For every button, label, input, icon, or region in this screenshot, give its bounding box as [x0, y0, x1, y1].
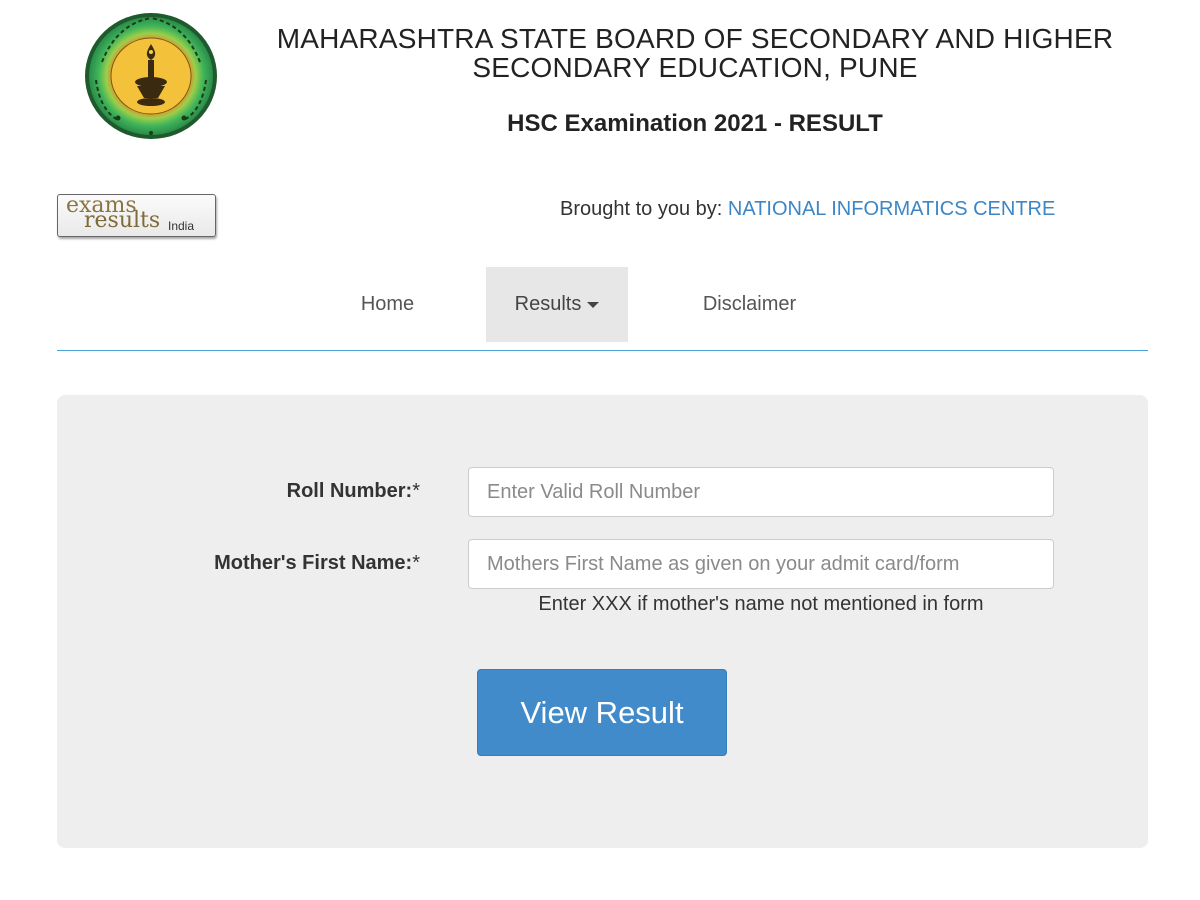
result-page: MAHARASHTRA STATE BOARD OF SECONDARY AND…	[0, 0, 1200, 900]
mother-name-label: Mother's First Name:*	[214, 552, 420, 575]
roll-number-label-text: Roll Number:	[286, 480, 413, 502]
result-form-panel: Roll Number:* Mother's First Name:* Ente…	[57, 395, 1148, 848]
nav-disclaimer[interactable]: Disclaimer	[682, 267, 817, 342]
mother-name-label-text: Mother's First Name:	[214, 552, 413, 574]
logo-word-india: India	[168, 219, 195, 233]
mother-name-input[interactable]	[468, 539, 1054, 589]
nav-disclaimer-label: Disclaimer	[702, 293, 797, 315]
nav-results-label: Results	[514, 293, 582, 315]
board-seal-icon	[85, 13, 217, 139]
board-title-line1: MAHARASHTRA STATE BOARD OF SECONDARY AND…	[276, 23, 1114, 54]
caret-down-icon	[587, 301, 600, 308]
credit-line: Brought to you by: NATIONAL INFORMATICS …	[560, 198, 1055, 221]
main-nav: Home Results Disclaimer	[57, 267, 1148, 351]
credit-prefix: Brought to you by:	[560, 198, 728, 220]
logo-word-results: results	[84, 208, 161, 233]
nav-home[interactable]: Home	[345, 267, 430, 342]
board-title-line2: SECONDARY EDUCATION, PUNE	[472, 52, 918, 83]
roll-number-input[interactable]	[468, 467, 1054, 517]
nav-home-label: Home	[360, 293, 415, 315]
board-title: MAHARASHTRA STATE BOARD OF SECONDARY AND…	[255, 24, 1135, 82]
nav-results-dropdown[interactable]: Results	[486, 267, 628, 342]
view-result-button[interactable]: View Result	[477, 669, 727, 756]
mother-name-hint: Enter XXX if mother's name not mentioned…	[538, 593, 984, 615]
mother-name-required-mark: *	[412, 552, 420, 574]
exam-title: HSC Examination 2021 - RESULT	[507, 110, 883, 137]
roll-number-required-mark: *	[412, 480, 420, 502]
roll-number-label: Roll Number:*	[287, 480, 420, 503]
exams-results-logo[interactable]: exams results India	[57, 194, 216, 237]
credit-organization-link[interactable]: NATIONAL INFORMATICS CENTRE	[728, 198, 1055, 220]
